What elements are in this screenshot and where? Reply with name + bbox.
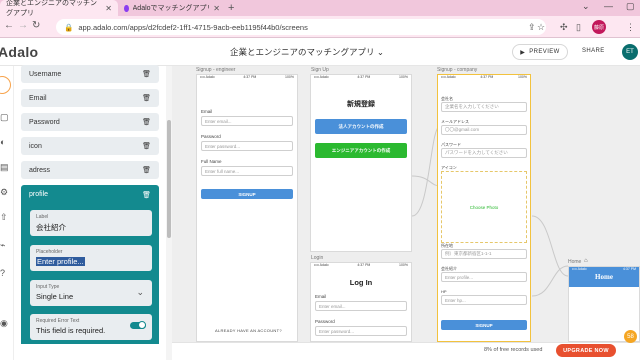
signup-button[interactable]: SIGNUP <box>201 189 293 199</box>
status-bar: •••• Adalo 4:37 PM 100% <box>441 75 527 79</box>
login-title: Log In <box>349 278 373 287</box>
reload-icon[interactable]: ↻ <box>32 20 40 31</box>
property-item-selected[interactable]: profile 🗑 <box>21 185 159 204</box>
input-type-select[interactable]: Input Type Single Line ⌄ <box>30 280 152 306</box>
scrollbar-thumb[interactable] <box>167 120 171 238</box>
analytics-icon[interactable]: ⌁ <box>0 240 5 251</box>
menu-icon[interactable]: ⋮ <box>626 22 635 33</box>
company-account-button[interactable]: 法人アカウントの作成 <box>315 119 407 134</box>
email-input[interactable]: 〇〇@gmail.com <box>441 125 527 135</box>
status-bar: •••• Adalo 4:37 PM 100% <box>200 75 294 79</box>
minimize-icon[interactable]: — <box>604 1 613 11</box>
extensions-icon[interactable]: ✣ <box>560 22 568 33</box>
maximize-icon[interactable]: ▢ <box>626 1 635 12</box>
placeholder-field[interactable]: Placeholder Enter profile... <box>30 245 152 271</box>
trash-icon[interactable]: 🗑 <box>142 70 151 78</box>
image-picker[interactable]: Choose Photo <box>441 171 527 243</box>
property-item[interactable]: Username 🗑 <box>21 65 159 83</box>
sidebar-icon[interactable]: ▯ <box>576 22 581 33</box>
upgrade-button[interactable]: UPGRADE NOW <box>556 344 616 357</box>
share-icon[interactable]: ⇪ <box>528 22 536 33</box>
chevron-down-icon: ⌄ <box>136 287 144 297</box>
login-link[interactable]: ALREADY HAVE AN ACCOUNT? <box>215 328 282 333</box>
tab-title: Adaloでマッチングアプリを作ってみ <box>132 5 210 12</box>
trash-icon[interactable]: 🗑 <box>142 142 151 150</box>
property-item[interactable]: Password 🗑 <box>21 113 159 131</box>
trash-icon[interactable]: 🗑 <box>142 94 151 102</box>
play-icon: ▶ <box>520 49 526 56</box>
preview-button[interactable]: ▶ PREVIEW <box>512 44 568 60</box>
address-input[interactable]: 例）東京都新宿区1-1-1 <box>441 249 527 259</box>
property-item[interactable]: Email 🗑 <box>21 89 159 107</box>
app-title-dropdown[interactable]: 企業とエンジニアのマッチングアプリ ⌄ <box>230 46 384 58</box>
signup-title: 新規登録 <box>347 101 375 108</box>
label-field[interactable]: Label 会社紹介 <box>30 210 152 236</box>
company-name-input[interactable]: 企業名を入力してください <box>441 102 527 112</box>
email-input[interactable]: Enter email... <box>201 116 293 126</box>
hp-input[interactable]: Enter hp... <box>441 295 527 305</box>
password-input[interactable]: Enter password... <box>201 141 293 151</box>
tab-active[interactable]: 企業とエンジニアのマッチングアプリ ✕ <box>0 0 118 17</box>
url-field[interactable]: 🔒 app.adalo.com/apps/d2fcdef2-1ff1-4715-… <box>56 19 546 35</box>
favicon-icon <box>124 4 129 12</box>
password-input[interactable]: パスワードを入力してください <box>441 148 527 158</box>
property-item[interactable]: adress 🗑 <box>21 161 159 179</box>
screen-label: Sign Up <box>311 67 329 73</box>
profile-input[interactable]: Enter profile... <box>441 272 527 282</box>
lock-icon: 🔒 <box>64 22 74 32</box>
database-icon[interactable]: ▤ <box>0 162 9 173</box>
password-input[interactable]: Enter password... <box>315 326 407 336</box>
user-avatar[interactable]: ET <box>622 44 638 60</box>
screen-login[interactable]: •••• Adalo 4:37 PM 100% Log In Email Enter… <box>310 262 412 342</box>
tab-inactive[interactable]: Adaloでマッチングアプリを作ってみ ✕ <box>118 0 226 16</box>
back-icon[interactable]: ← <box>4 20 14 31</box>
signup-button[interactable]: SIGNUP <box>441 320 527 330</box>
help-icon[interactable]: ? <box>0 268 5 278</box>
screen-label: Signup - company <box>437 67 478 73</box>
trash-icon[interactable]: 🗑 <box>142 191 151 199</box>
records-usage: 8% of free records used <box>484 347 543 353</box>
email-input[interactable]: Enter email... <box>315 301 407 311</box>
help-badge[interactable]: 58 <box>624 330 637 343</box>
status-bar: •••• Adalo 4:37 PM 100% <box>314 263 408 267</box>
selected-text: Enter profile... <box>36 257 85 266</box>
chevron-down-icon: ⌄ <box>376 47 385 57</box>
screen-signup-company[interactable]: •••• Adalo 4:37 PM 100% 会社名 企業名を入力してください メ… <box>437 74 531 342</box>
status-bar: •••• Adalo 4:37 PM 100% <box>314 75 408 79</box>
settings-icon[interactable]: ⚙ <box>0 187 8 198</box>
forward-icon[interactable]: → <box>18 20 28 31</box>
close-icon[interactable]: ✕ <box>213 4 220 13</box>
share-button[interactable]: SHARE <box>582 48 605 54</box>
url-text: app.adalo.com/apps/d2fcdef2-1ff1-4715-9a… <box>78 22 308 32</box>
screen-label: Signup - engineer <box>196 67 236 73</box>
screen-signup-engineer[interactable]: •••• Adalo 4:37 PM 100% Email Enter email.… <box>196 74 298 342</box>
required-toggle[interactable] <box>130 321 146 329</box>
close-icon[interactable]: ✕ <box>105 4 112 13</box>
trash-icon[interactable]: 🗑 <box>142 118 151 126</box>
screens-icon[interactable]: ▢ <box>0 112 9 123</box>
screen-label: Home <box>568 259 582 265</box>
engineer-account-button[interactable]: エンジニアアカウントの作成 <box>315 143 407 158</box>
new-tab-icon[interactable]: + <box>228 2 234 14</box>
branding-icon[interactable]: ◐ <box>0 137 5 147</box>
property-item[interactable]: icon 🗑 <box>21 137 159 155</box>
required-error-field[interactable]: Required Error Text This field is requir… <box>30 314 152 340</box>
home-title: Home <box>595 273 613 281</box>
home-header: •••• Adalo 4:37 PM Home <box>569 267 639 287</box>
trash-icon[interactable]: 🗑 <box>142 166 151 174</box>
publish-icon[interactable]: ⇧ <box>0 212 8 223</box>
chevron-down-icon[interactable]: ⌄ <box>582 1 590 12</box>
fullname-input[interactable]: Enter full name... <box>201 166 293 176</box>
home-icon: ⌂ <box>584 258 588 264</box>
adalo-logo: Adalo <box>0 44 39 60</box>
screen-label: Login <box>311 255 324 261</box>
profile-avatar[interactable]: 藤原 <box>592 20 606 34</box>
star-icon[interactable]: ☆ <box>537 22 545 33</box>
screen-signup[interactable]: •••• Adalo 4:37 PM 100% 新規登録 法人アカウントの作成 エン… <box>310 74 412 252</box>
account-icon[interactable]: ◉ <box>0 318 8 329</box>
